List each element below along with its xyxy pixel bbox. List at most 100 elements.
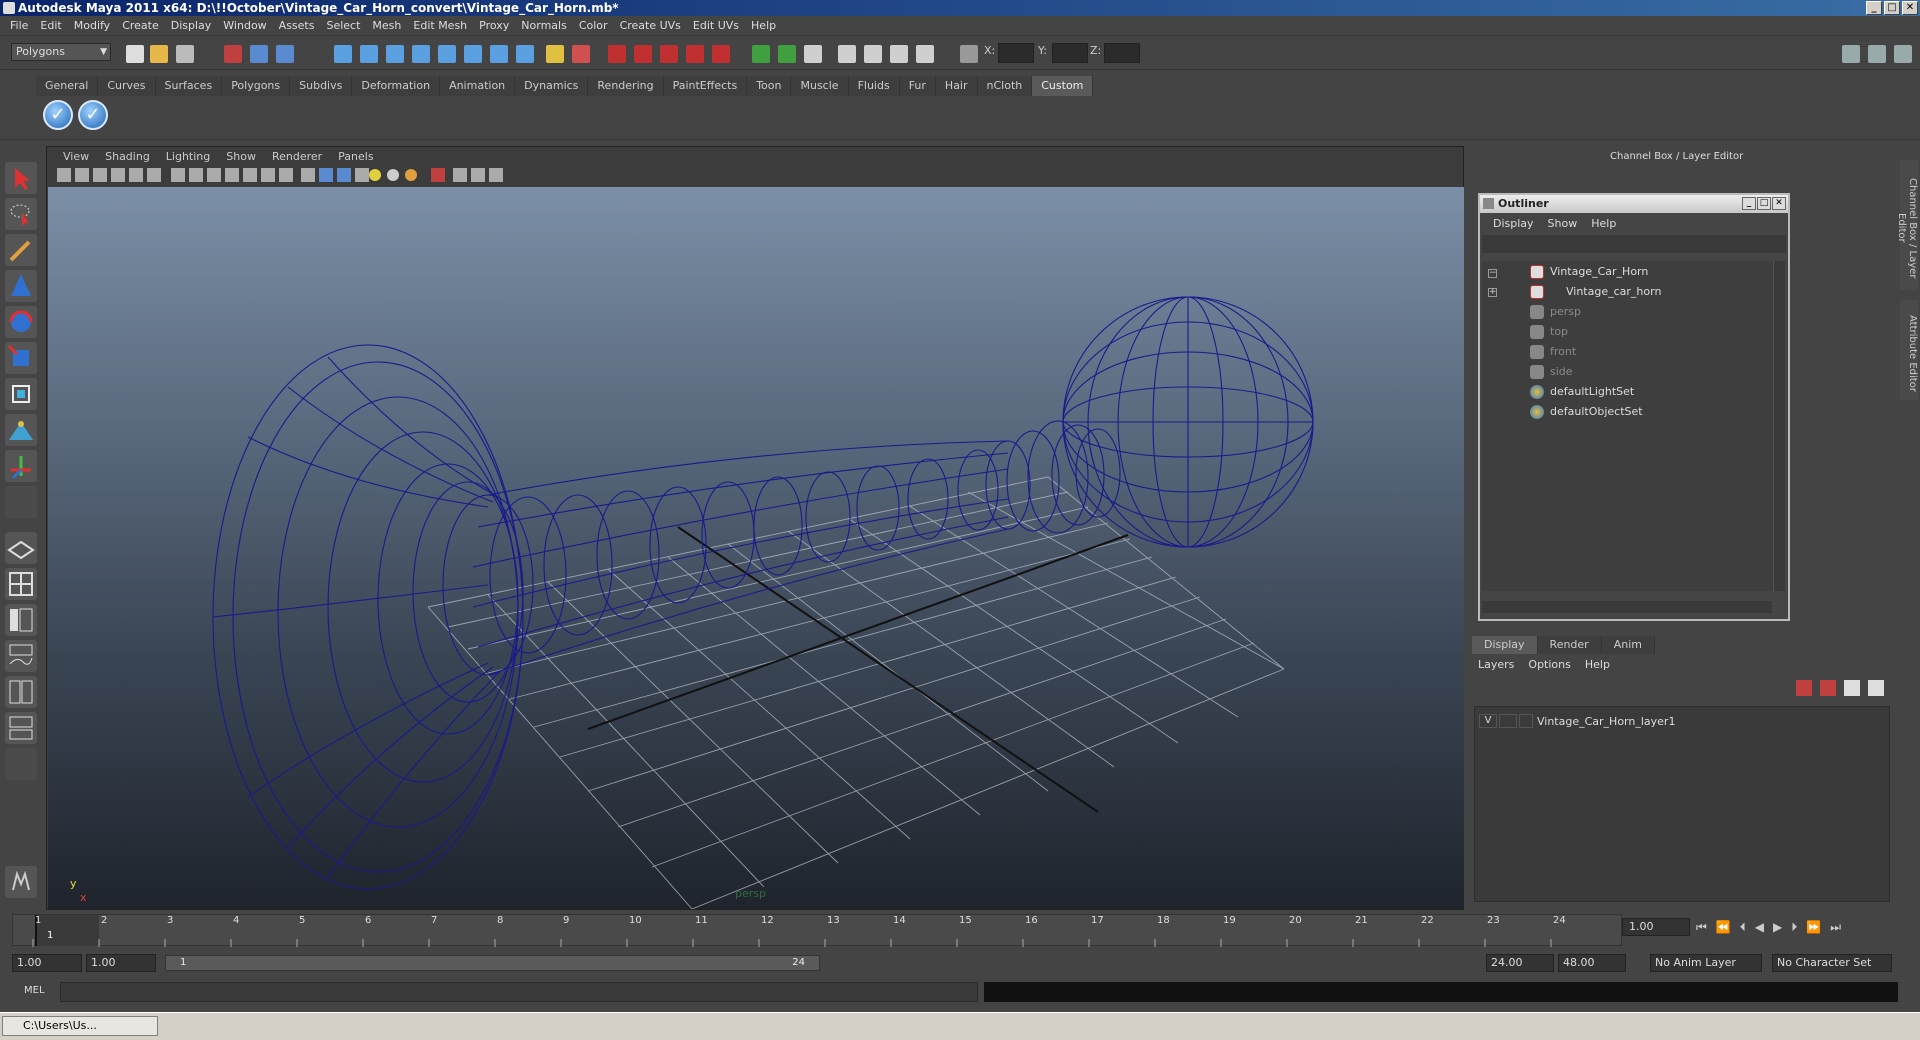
menu-file[interactable]: File xyxy=(4,19,34,32)
show-tool-settings-icon[interactable] xyxy=(890,45,908,63)
history-icon[interactable] xyxy=(572,45,590,63)
lasso-tool-icon[interactable] xyxy=(5,198,37,230)
outliner-item-front[interactable]: front xyxy=(1530,343,1576,361)
outliner-maximize-button[interactable]: □ xyxy=(1757,197,1771,210)
lock-icon[interactable] xyxy=(546,45,564,63)
move-layer-up-icon[interactable] xyxy=(1844,680,1860,696)
ipr-render-icon[interactable] xyxy=(712,45,730,63)
help-query-icon[interactable] xyxy=(516,45,534,63)
layer-menu-layers[interactable]: Layers xyxy=(1478,658,1528,671)
snap-point-icon[interactable] xyxy=(386,45,404,63)
menu-edit-mesh[interactable]: Edit Mesh xyxy=(407,19,473,32)
outliner-item-persp[interactable]: persp xyxy=(1530,303,1581,321)
save-scene-icon[interactable] xyxy=(176,45,194,63)
outliner-item-vintage-car-horn[interactable]: Vintage_Car_Horn xyxy=(1530,263,1648,281)
vp-menu-shading[interactable]: Shading xyxy=(97,150,158,163)
menu-mesh[interactable]: Mesh xyxy=(366,19,407,32)
step-forward-key-button[interactable]: ⏩ xyxy=(1806,920,1821,935)
select-by-object-icon[interactable] xyxy=(250,45,268,63)
input-ops-icon[interactable] xyxy=(608,45,626,63)
side-tab-attribute-editor[interactable]: Attribute Editor xyxy=(1900,300,1918,400)
snap-grid-icon[interactable] xyxy=(334,45,352,63)
snap-view-plane-icon[interactable] xyxy=(412,45,430,63)
animation-start-field[interactable]: 1.00 xyxy=(86,954,156,972)
menu-assets[interactable]: Assets xyxy=(273,19,321,32)
input-line-icon[interactable] xyxy=(804,45,822,63)
current-frame-field[interactable]: 1.00 xyxy=(1622,918,1690,936)
new-scene-icon[interactable] xyxy=(126,45,144,63)
shelf-tab-surfaces[interactable]: Surfaces xyxy=(155,76,223,96)
layer-menu-help[interactable]: Help xyxy=(1585,658,1624,671)
character-set-dropdown[interactable]: No Character Set xyxy=(1772,954,1892,972)
show-channel-box-icon[interactable] xyxy=(838,45,856,63)
layer-menu-options[interactable]: Options xyxy=(1528,658,1584,671)
show-layers-icon[interactable] xyxy=(916,45,934,63)
outliner-filter-field[interactable] xyxy=(1482,235,1786,253)
shelf-tab-general[interactable]: General xyxy=(36,76,99,96)
last-tool-slot-icon[interactable] xyxy=(5,486,37,518)
outliner-item-default-object-set[interactable]: defaultObjectSet xyxy=(1530,403,1643,421)
outliner-menu-display[interactable]: Display xyxy=(1486,217,1541,230)
toggle-channel-box-icon[interactable] xyxy=(1894,45,1912,63)
soft-modification-icon[interactable] xyxy=(5,414,37,446)
outliner-minimize-button[interactable]: _ xyxy=(1742,197,1756,210)
playback-start-field[interactable]: 1.00 xyxy=(12,954,82,972)
layer-tab-display[interactable]: Display xyxy=(1472,636,1538,654)
layout-single-perspective-icon[interactable] xyxy=(5,532,37,564)
collapse-icon[interactable]: − xyxy=(1488,269,1497,278)
play-forwards-button[interactable]: ▶ xyxy=(1773,920,1782,935)
menu-display[interactable]: Display xyxy=(165,19,218,32)
vp-menu-panels[interactable]: Panels xyxy=(330,150,381,163)
layer-tab-anim[interactable]: Anim xyxy=(1601,636,1655,654)
play-backwards-button[interactable]: ◀ xyxy=(1755,920,1764,935)
time-slider[interactable]: 1 1 2 3 4 5 6 7 8 9 10 11 12 13 14 15 16… xyxy=(12,914,1622,947)
outliner-item-default-light-set[interactable]: defaultLightSet xyxy=(1530,383,1634,401)
outliner-item-vintage-car-horn-child[interactable]: Vintage_car_horn xyxy=(1530,283,1661,301)
menu-set-selector[interactable]: Polygons ▼ xyxy=(11,43,111,61)
expand-icon[interactable]: + xyxy=(1488,288,1497,297)
outliner-menu-help[interactable]: Help xyxy=(1584,217,1623,230)
close-button[interactable]: ✕ xyxy=(1902,1,1918,15)
viewport-canvas[interactable]: persp y x xyxy=(48,187,1464,909)
select-tool-icon[interactable] xyxy=(5,162,37,194)
outliner-item-side[interactable]: side xyxy=(1530,363,1573,381)
snap-surface-icon[interactable] xyxy=(490,45,508,63)
render-current-frame-icon[interactable] xyxy=(686,45,704,63)
menu-window[interactable]: Window xyxy=(217,19,272,32)
shelf-tab-dynamics[interactable]: Dynamics xyxy=(515,76,589,96)
layout-persp-graph-icon[interactable] xyxy=(5,640,37,672)
layer-visibility-toggle[interactable]: V xyxy=(1479,714,1497,728)
hypershade-icon[interactable] xyxy=(778,45,796,63)
step-forward-frame-button[interactable]: ⏵ xyxy=(1791,920,1797,935)
vp-menu-lighting[interactable]: Lighting xyxy=(158,150,218,163)
shelf-tab-curves[interactable]: Curves xyxy=(98,76,156,96)
absolute-transform-icon[interactable] xyxy=(960,45,978,63)
playback-end-field[interactable]: 48.00 xyxy=(1558,954,1626,972)
vp-menu-renderer[interactable]: Renderer xyxy=(264,150,330,163)
toggle-attribute-icon[interactable] xyxy=(1868,45,1886,63)
shelf-tab-fur[interactable]: Fur xyxy=(899,76,936,96)
vp-menu-view[interactable]: View xyxy=(55,150,97,163)
outliner-menu-show[interactable]: Show xyxy=(1541,217,1585,230)
y-field[interactable] xyxy=(1052,43,1088,63)
mel-input[interactable] xyxy=(60,982,978,1002)
outliner-vertical-scrollbar[interactable] xyxy=(1773,261,1785,591)
layer-row[interactable]: V Vintage_Car_Horn_layer1 xyxy=(1479,713,1675,729)
shelf-tab-custom[interactable]: Custom xyxy=(1032,76,1094,96)
construction-history-icon[interactable] xyxy=(660,45,678,63)
layer-display-type-toggle[interactable] xyxy=(1499,714,1517,728)
outliner-item-top[interactable]: top xyxy=(1530,323,1568,341)
shelf-tab-ncloth[interactable]: nCloth xyxy=(977,76,1033,96)
go-to-end-button[interactable]: ⏭ xyxy=(1830,920,1841,935)
rotate-tool-icon[interactable] xyxy=(5,306,37,338)
go-to-start-button[interactable]: ⏮ xyxy=(1696,920,1707,935)
maximize-button[interactable]: □ xyxy=(1884,1,1900,15)
shelf-tab-toon[interactable]: Toon xyxy=(747,76,792,96)
move-tool-icon[interactable] xyxy=(5,270,37,302)
layout-more-icon[interactable] xyxy=(5,748,37,780)
layer-color-swatch[interactable] xyxy=(1519,714,1533,728)
taskbar-item-explorer[interactable]: C:\Users\Us... xyxy=(2,1016,158,1036)
step-back-key-button[interactable]: ⏪ xyxy=(1716,920,1731,935)
shelf-tab-painteffects[interactable]: PaintEffects xyxy=(663,76,748,96)
shelf-tab-hair[interactable]: Hair xyxy=(935,76,978,96)
